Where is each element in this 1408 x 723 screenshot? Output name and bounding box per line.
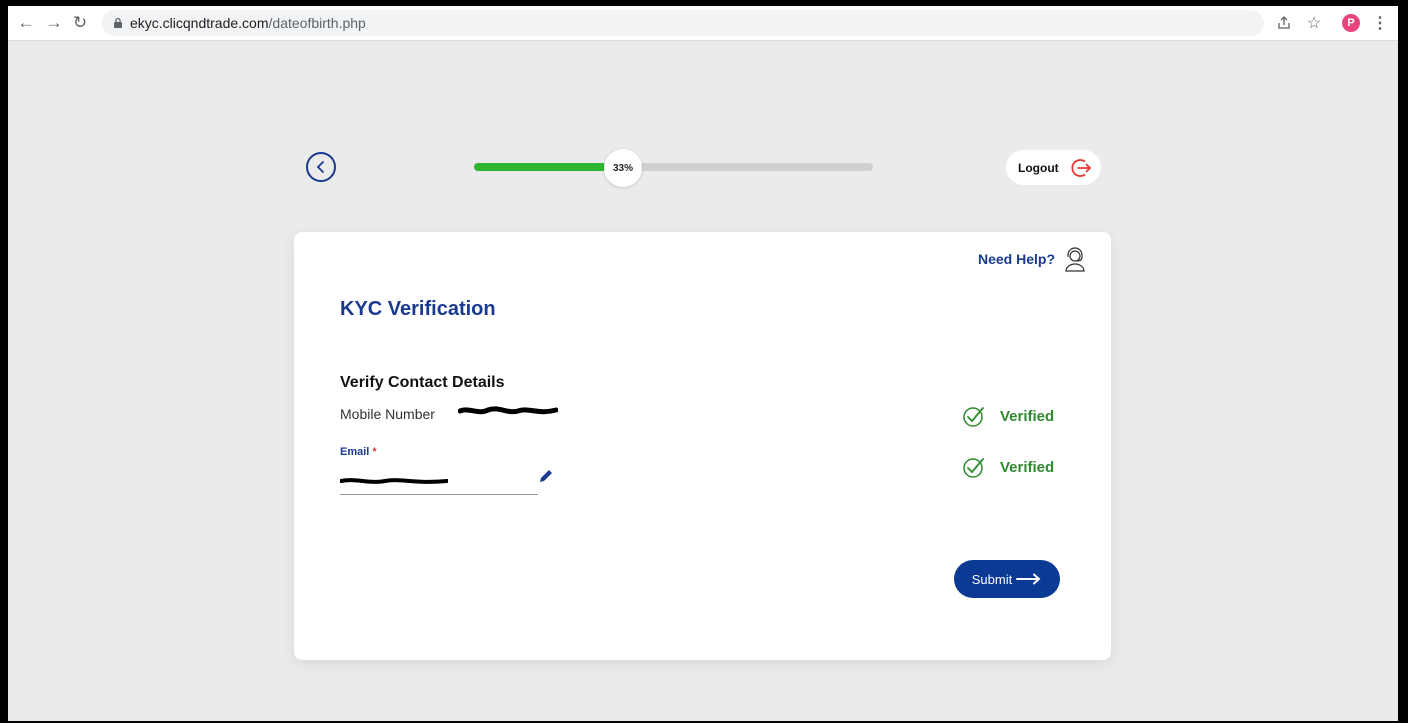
headset-icon [1065, 247, 1085, 272]
share-icon[interactable] [1274, 13, 1294, 33]
verified-label: Verified [1000, 458, 1055, 476]
logout-icon [1071, 159, 1092, 177]
lock-icon [114, 17, 122, 28]
verified-label: Verified [1000, 407, 1055, 425]
logout-label: Logout [1018, 161, 1059, 175]
submit-label: Submit [971, 571, 1013, 587]
url-path: /dateofbirth.php [268, 15, 366, 31]
email-field[interactable] [340, 470, 538, 495]
email-redacted [340, 478, 448, 484]
address-bar[interactable]: ekyc.clicqndtrade.com/dateofbirth.php [102, 10, 1264, 36]
browser-toolbar: ← → ↻ ekyc.clicqndtrade.com/dateofbirth.… [8, 6, 1398, 41]
back-button[interactable] [306, 152, 336, 182]
progress-fill [474, 163, 606, 171]
mobile-verified-status: Verified [962, 404, 1054, 428]
url-text: ekyc.clicqndtrade.com/dateofbirth.php [130, 15, 366, 31]
mobile-number-label: Mobile Number [340, 406, 435, 422]
browser-window: ← → ↻ ekyc.clicqndtrade.com/dateofbirth.… [8, 6, 1398, 721]
submit-button[interactable]: Submit [954, 560, 1060, 598]
menu-dots-icon[interactable]: ⋮ [1370, 13, 1390, 33]
back-arrow-icon [316, 161, 324, 173]
need-help-link[interactable]: Need Help? [978, 246, 1087, 272]
progress-bar [474, 163, 873, 171]
profile-avatar[interactable]: P [1342, 14, 1360, 32]
required-mark: * [372, 446, 377, 458]
section-title: Verify Contact Details [340, 374, 505, 391]
reload-icon[interactable]: ↻ [70, 13, 90, 33]
page-title: KYC Verification [340, 298, 496, 320]
mobile-number-redacted [458, 406, 558, 415]
email-verified-status: Verified [962, 455, 1054, 479]
star-icon[interactable]: ☆ [1304, 13, 1324, 33]
kyc-card: Need Help? KYC Verification Verify Conta… [294, 232, 1111, 660]
email-label: Email * [340, 446, 377, 458]
url-domain: ekyc.clicqndtrade.com [130, 15, 269, 31]
back-nav-icon[interactable]: ← [16, 13, 36, 33]
logout-button[interactable]: Logout [1006, 150, 1101, 185]
need-help-label: Need Help? [977, 251, 1055, 267]
progress-percent: 33% [604, 149, 642, 187]
arrow-right-icon [1016, 573, 1041, 585]
email-label-text: Email [340, 446, 370, 458]
forward-nav-icon[interactable]: → [44, 13, 64, 33]
check-circle-icon [963, 458, 984, 478]
check-circle-icon [963, 407, 984, 427]
pencil-icon[interactable] [538, 468, 554, 484]
